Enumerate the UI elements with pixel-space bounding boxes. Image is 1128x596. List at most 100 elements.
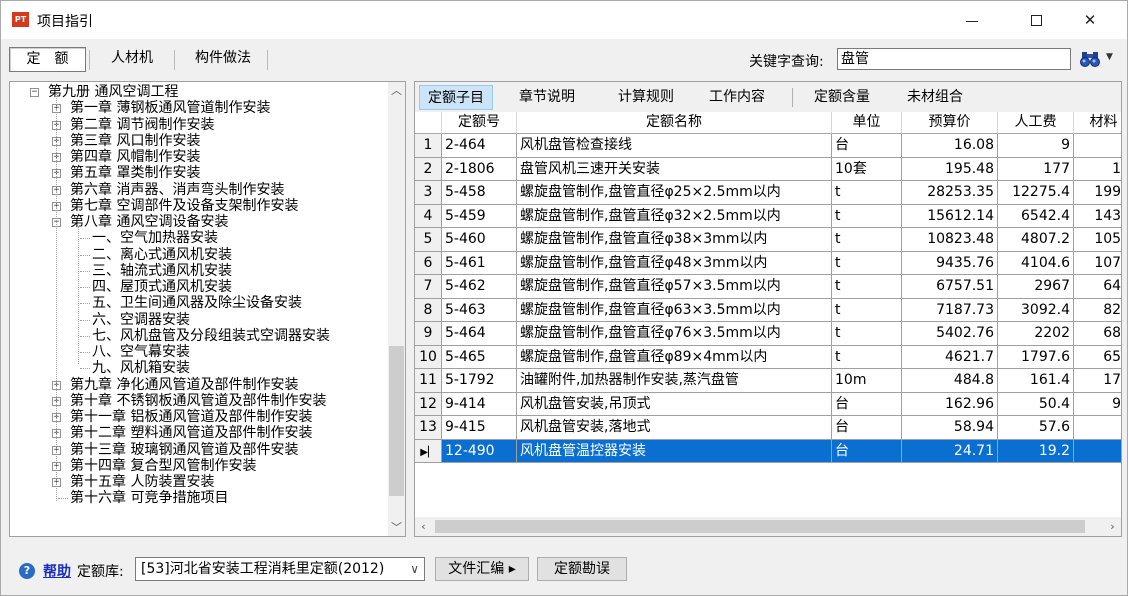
- material-cost-cell[interactable]: 18: [1074, 158, 1121, 181]
- unit-cell[interactable]: t: [832, 181, 902, 205]
- scroll-left-icon[interactable]: ‹: [415, 517, 432, 536]
- unit-cell[interactable]: t: [832, 298, 902, 322]
- help-link[interactable]: 帮助: [43, 561, 71, 581]
- material-cost-cell[interactable]: 827: [1074, 299, 1121, 322]
- material-cost-cell[interactable]: 92: [1074, 393, 1121, 416]
- material-cost-cell[interactable]: 643: [1074, 275, 1121, 299]
- tab-quota[interactable]: 定 额: [9, 47, 86, 72]
- quota-code-cell[interactable]: 9-414: [442, 392, 517, 416]
- labor-cost-cell[interactable]: 9: [998, 134, 1074, 158]
- labor-cost-cell[interactable]: 4104.6: [998, 251, 1074, 275]
- material-cost-cell[interactable]: 1059: [1074, 228, 1121, 252]
- row-number-cell[interactable]: 4: [415, 204, 442, 228]
- row-pointer-icon[interactable]: ▶▏: [415, 439, 442, 463]
- quota-errata-button[interactable]: 定额勘误: [537, 557, 627, 581]
- budget-price-cell[interactable]: 24.71: [902, 439, 998, 463]
- subtab-chapter-notes[interactable]: 章节说明: [507, 85, 587, 110]
- maximize-button[interactable]: [1013, 1, 1059, 39]
- quota-code-cell[interactable]: 5-465: [442, 345, 517, 369]
- scroll-right-icon[interactable]: ›: [1104, 517, 1121, 536]
- budget-price-cell[interactable]: 7187.73: [902, 298, 998, 322]
- subtab-work-content[interactable]: 工作内容: [697, 85, 777, 110]
- labor-cost-cell[interactable]: 1797.6: [998, 345, 1074, 369]
- labor-cost-cell[interactable]: 12275.4: [998, 181, 1074, 205]
- material-cost-cell[interactable]: 1: [1074, 416, 1121, 440]
- grid-header-labor[interactable]: 人工费: [998, 112, 1074, 134]
- material-cost-cell[interactable]: 684: [1074, 322, 1121, 346]
- labor-cost-cell[interactable]: 19.2: [998, 439, 1074, 463]
- row-number-cell[interactable]: 11: [415, 369, 442, 393]
- row-number-cell[interactable]: 1: [415, 134, 442, 158]
- unit-cell[interactable]: 台: [832, 392, 902, 416]
- search-input[interactable]: 盘管: [837, 48, 1071, 70]
- scroll-thumb[interactable]: [389, 346, 404, 496]
- table-row[interactable]: 7 5-462 螺旋盘管制作,盘管直径φ57×3.5mm以内 t 6757.51 2967…: [415, 275, 1121, 299]
- budget-price-cell[interactable]: 16.08: [902, 134, 998, 158]
- labor-cost-cell[interactable]: 177: [998, 157, 1074, 181]
- quota-code-cell[interactable]: 2-1806: [442, 157, 517, 181]
- budget-price-cell[interactable]: 28253.35: [902, 181, 998, 205]
- close-button[interactable]: ✕: [1067, 1, 1113, 39]
- unit-cell[interactable]: 10套: [832, 157, 902, 181]
- budget-price-cell[interactable]: 162.96: [902, 392, 998, 416]
- quota-code-cell[interactable]: 5-464: [442, 322, 517, 346]
- material-cost-cell[interactable]: 178: [1074, 369, 1121, 393]
- quota-name-cell[interactable]: 螺旋盘管制作,盘管直径φ38×3mm以内: [517, 228, 832, 252]
- search-dropdown-arrow-icon[interactable]: ▼: [1106, 52, 1113, 62]
- material-cost-cell[interactable]: 1072: [1074, 252, 1121, 275]
- quota-code-cell[interactable]: 5-463: [442, 298, 517, 322]
- budget-price-cell[interactable]: 58.94: [902, 416, 998, 440]
- quota-code-cell[interactable]: 5-462: [442, 275, 517, 299]
- subtab-material-combo[interactable]: 未材组合: [895, 85, 975, 110]
- scroll-down-icon[interactable]: ﹀: [388, 519, 405, 536]
- quota-code-cell[interactable]: 2-464: [442, 134, 517, 158]
- material-cost-cell[interactable]: 0: [1074, 439, 1121, 463]
- budget-price-cell[interactable]: 9435.76: [902, 251, 998, 275]
- table-row[interactable]: 129-414风机盘管安装,吊顶式台162.9650.492: [415, 392, 1121, 416]
- library-select[interactable]: [53]河北省安装工程消耗里定额(2012) ∨: [135, 557, 425, 581]
- tree-vertical-scrollbar[interactable]: ︿ ﹀: [388, 82, 405, 536]
- table-row[interactable]: ▶▏12-490风机盘管温控器安装台24.7119.20: [415, 439, 1121, 463]
- quota-name-cell[interactable]: 螺旋盘管制作,盘管直径φ25×2.5mm以内: [517, 181, 832, 205]
- subtab-quota-items[interactable]: 定额子目: [419, 85, 493, 110]
- grid-header-index[interactable]: [415, 112, 442, 134]
- tree-collapse-icon[interactable]: −: [30, 88, 39, 97]
- row-number-cell[interactable]: 6: [415, 251, 442, 275]
- budget-price-cell[interactable]: 484.8: [902, 369, 998, 393]
- unit-cell[interactable]: t: [832, 251, 902, 275]
- grid-horizontal-scrollbar[interactable]: ‹ ›: [415, 517, 1121, 536]
- row-number-cell[interactable]: 10: [415, 345, 442, 369]
- scroll-up-icon[interactable]: ︿: [388, 82, 405, 99]
- quota-code-cell[interactable]: 5-461: [442, 251, 517, 275]
- row-number-cell[interactable]: 8: [415, 298, 442, 322]
- unit-cell[interactable]: t: [832, 204, 902, 228]
- budget-price-cell[interactable]: 4621.7: [902, 345, 998, 369]
- material-cost-cell[interactable]: 1437: [1074, 205, 1121, 228]
- row-number-cell[interactable]: 12: [415, 392, 442, 416]
- table-row[interactable]: 10 5-465 螺旋盘管制作,盘管直径φ89×4mm以内 t 4621.7 1797.6…: [415, 345, 1121, 369]
- quota-name-cell[interactable]: 螺旋盘管制作,盘管直径φ32×2.5mm以内: [517, 204, 832, 228]
- hscroll-thumb[interactable]: [435, 520, 1085, 533]
- quota-code-cell[interactable]: 12-490: [442, 439, 517, 463]
- file-compile-button[interactable]: 文件汇编 ▸: [435, 557, 529, 581]
- quota-name-cell[interactable]: 风机盘管安装,落地式: [517, 416, 832, 440]
- labor-cost-cell[interactable]: 50.4: [998, 392, 1074, 416]
- unit-cell[interactable]: 10m: [832, 369, 902, 393]
- grid-header-price[interactable]: 预算价: [902, 112, 998, 134]
- budget-price-cell[interactable]: 5402.76: [902, 322, 998, 346]
- table-row[interactable]: 139-415风机盘管安装,落地式台58.9457.61: [415, 416, 1121, 440]
- unit-cell[interactable]: 台: [832, 134, 902, 158]
- labor-cost-cell[interactable]: 3092.4: [998, 298, 1074, 322]
- budget-price-cell[interactable]: 6757.51: [902, 275, 998, 299]
- grid-header-code[interactable]: 定额号: [442, 112, 517, 134]
- labor-cost-cell[interactable]: 2967: [998, 275, 1074, 299]
- quota-name-cell[interactable]: 油罐附件,加热器制作安装,蒸汽盘管: [517, 369, 832, 393]
- grid-header-unit[interactable]: 单位: [832, 112, 902, 134]
- budget-price-cell[interactable]: 10823.48: [902, 228, 998, 252]
- labor-cost-cell[interactable]: 4807.2: [998, 228, 1074, 252]
- quota-name-cell[interactable]: 螺旋盘管制作,盘管直径φ89×4mm以内: [517, 345, 832, 369]
- quota-code-cell[interactable]: 9-415: [442, 416, 517, 440]
- labor-cost-cell[interactable]: 161.4: [998, 369, 1074, 393]
- unit-cell[interactable]: t: [832, 345, 902, 369]
- unit-cell[interactable]: t: [832, 228, 902, 252]
